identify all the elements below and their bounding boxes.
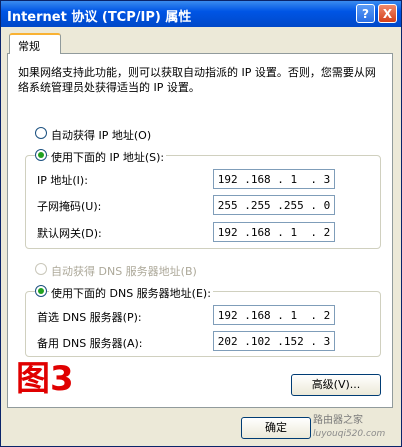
default-gateway-label: 默认网关(D): <box>37 227 102 240</box>
close-button[interactable]: X <box>378 4 397 23</box>
ip-address-label: IP 地址(I): <box>37 174 88 187</box>
figure-label: 图3 <box>16 359 74 399</box>
dialog-window: Internet 协议 (TCP/IP) 属性 ? X 常规 如果网络支持此功能… <box>0 0 402 447</box>
manual-dns-radio[interactable] <box>35 285 47 297</box>
ok-button[interactable]: 确定 <box>241 417 311 439</box>
subnet-mask-input[interactable]: 255 .255 .255 . 0 <box>213 195 335 215</box>
preferred-dns-value: 192 .168 . 1 . 2 <box>217 309 331 322</box>
auto-dns-label[interactable]: 自动获得 DNS 服务器地址(B) <box>51 263 197 279</box>
title-bar[interactable]: Internet 协议 (TCP/IP) 属性 ? X <box>1 1 401 27</box>
advanced-button[interactable]: 高级(V)... <box>291 374 381 396</box>
alternate-dns-input[interactable]: 202 .102 .152 . 3 <box>213 331 335 351</box>
watermark-url: luyouqi520.com <box>313 429 386 439</box>
description-text: 如果网络支持此功能，则可以获取自动指派的 IP 设置。否则，您需要从网络系统管理… <box>18 66 376 94</box>
ip-address-input[interactable]: 192 .168 . 1 . 3 <box>213 169 335 189</box>
manual-ip-label[interactable]: 使用下面的 IP 地址(S): <box>49 149 167 165</box>
alternate-dns-value: 202 .102 .152 . 3 <box>217 335 331 348</box>
ip-address-value: 192 .168 . 1 . 3 <box>217 173 331 186</box>
help-button[interactable]: ? <box>356 4 375 23</box>
watermark-text: 路由器之家 <box>313 415 363 426</box>
tab-general-label: 常规 <box>18 40 40 53</box>
default-gateway-input[interactable]: 192 .168 . 1 . 2 <box>213 222 335 242</box>
default-gateway-value: 192 .168 . 1 . 2 <box>217 226 331 239</box>
auto-dns-radio[interactable] <box>35 263 47 275</box>
auto-ip-label[interactable]: 自动获得 IP 地址(O) <box>51 127 151 143</box>
tab-general[interactable]: 常规 <box>9 33 61 54</box>
manual-ip-radio[interactable] <box>35 149 47 161</box>
alternate-dns-label: 备用 DNS 服务器(A): <box>37 337 143 350</box>
auto-ip-radio[interactable] <box>35 127 47 139</box>
preferred-dns-input[interactable]: 192 .168 . 1 . 2 <box>213 305 335 325</box>
window-title: Internet 协议 (TCP/IP) 属性 <box>7 10 192 25</box>
manual-dns-label[interactable]: 使用下面的 DNS 服务器地址(E): <box>49 285 213 301</box>
preferred-dns-label: 首选 DNS 服务器(P): <box>37 311 142 324</box>
subnet-mask-label: 子网掩码(U): <box>37 200 102 213</box>
subnet-mask-value: 255 .255 .255 . 0 <box>217 199 331 212</box>
